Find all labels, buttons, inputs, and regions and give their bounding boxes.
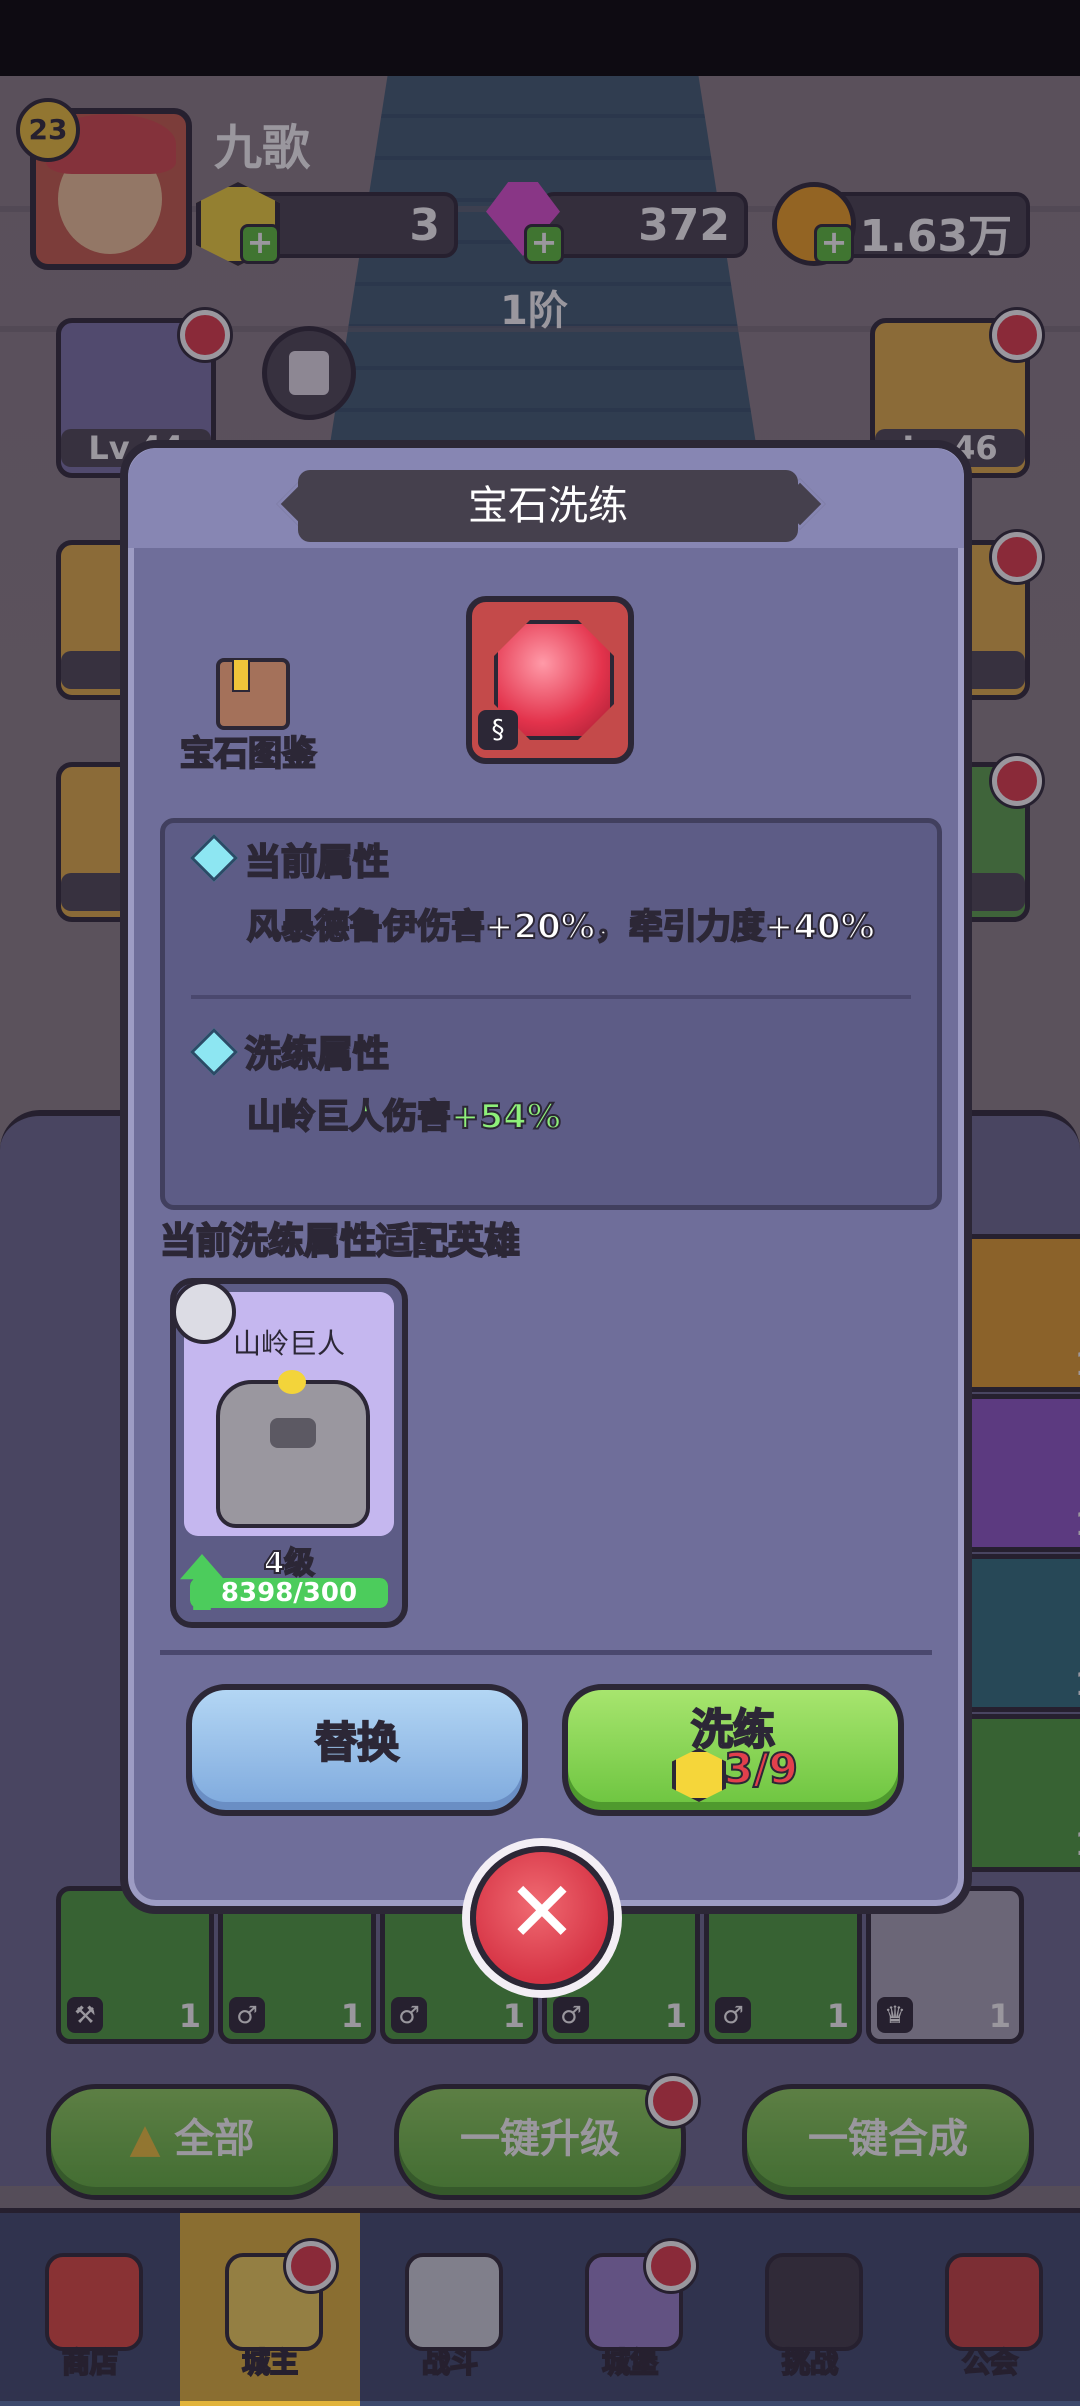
hero-card[interactable]: 山岭巨人 4级 8398/300 bbox=[170, 1278, 408, 1628]
stone-giant-portrait bbox=[216, 1370, 370, 1528]
refine-cost: 3/9 bbox=[723, 1743, 799, 1794]
refine-button[interactable]: 洗练 3/9 bbox=[562, 1684, 904, 1816]
divider bbox=[160, 1650, 932, 1655]
codex-label: 宝石图鉴 bbox=[179, 733, 317, 775]
current-attr-title: 当前属性 bbox=[244, 841, 390, 884]
hero-progress-bar: 8398/300 bbox=[190, 1578, 388, 1608]
replace-label: 替换 bbox=[314, 1717, 400, 1768]
rock-type-icon bbox=[176, 1284, 236, 1344]
current-attr-value: 风暴德鲁伊伤害+20%，牵引力度+40% bbox=[246, 906, 876, 948]
whip-type-icon: § bbox=[478, 710, 518, 750]
gem-codex-button[interactable]: 宝石图鉴 bbox=[168, 658, 318, 775]
refine-attr-title: 洗练属性 bbox=[244, 1033, 390, 1076]
divider bbox=[191, 995, 911, 999]
close-button[interactable]: ✕ bbox=[470, 1846, 614, 1990]
replace-button[interactable]: 替换 bbox=[186, 1684, 528, 1816]
selected-gem-slot[interactable]: § bbox=[466, 596, 634, 764]
fit-hero-label: 当前洗练属性适配英雄 bbox=[159, 1220, 521, 1263]
book-icon bbox=[216, 658, 290, 730]
refine-attr-value: 山岭巨人伤害+54% bbox=[246, 1096, 562, 1138]
gem-refine-dialog: 宝石洗练 宝石图鉴 § 当前属性 风暴德鲁伊伤害+20%，牵引力度+40% 洗练… bbox=[120, 440, 972, 1914]
diamond-bullet-icon bbox=[189, 833, 239, 883]
attribute-panel: 当前属性 风暴德鲁伊伤害+20%，牵引力度+40% 洗练属性 山岭巨人伤害+54… bbox=[160, 818, 942, 1210]
close-icon: ✕ bbox=[506, 1863, 578, 1961]
hero-progress-text: 8398/300 bbox=[220, 1578, 358, 1608]
diamond-bullet-icon bbox=[189, 1027, 239, 1077]
dialog-title: 宝石洗练 bbox=[298, 470, 798, 542]
